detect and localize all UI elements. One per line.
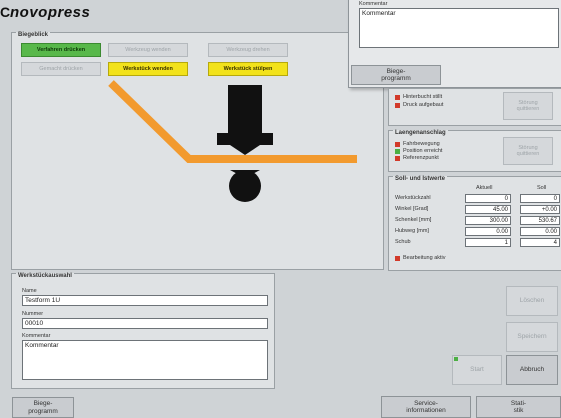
row-label: Schenkel [mm] [395, 217, 432, 223]
kommentar-field[interactable]: Kommentar [22, 340, 268, 380]
row-soll-value: 0 [520, 194, 560, 203]
werkstueck-title: Werkstückauswahl [16, 273, 74, 279]
name-field[interactable]: Testform 1U [22, 295, 268, 306]
laengen-quittieren-button[interactable]: Störung quittieren [503, 137, 553, 165]
row-ist-value: 0.00 [465, 227, 511, 236]
row-ist-value: 0 [465, 194, 511, 203]
row-soll-value: 530.67 [520, 216, 560, 225]
lower-die [229, 170, 261, 202]
status-led-2-label: Druck aufgebaut [403, 102, 444, 108]
row-soll-value: 4 [520, 238, 560, 247]
laengen-led-2-label: Position erreicht [403, 148, 443, 154]
soll-ist-panel: Soll- und Istwerte Aktuell Soll Werkstüc… [388, 176, 561, 271]
bending-diagram [108, 80, 357, 202]
popup-biegeprogramm-button[interactable]: Biege- programm [351, 65, 441, 85]
laengen-led-1 [395, 142, 400, 147]
kommentar-label: Kommentar [22, 333, 51, 339]
status-panel: Hinterbucht stillt Druck aufgebaut Störu… [388, 88, 561, 126]
start-led [454, 357, 458, 361]
abbruch-button[interactable]: Abbruch [506, 355, 558, 385]
row-soll-value: 0.00 [520, 227, 560, 236]
laengen-led-3 [395, 156, 400, 161]
loeschen-button[interactable]: Löschen [506, 286, 558, 316]
row-soll-value: +0.00 [520, 205, 560, 214]
upper-punch-base [217, 133, 273, 145]
name-label: Name [22, 288, 37, 294]
status-led-1 [395, 95, 400, 100]
statistik-button[interactable]: Stati- stik [476, 396, 561, 418]
col-ist-header: Aktuell [476, 185, 493, 191]
start-button[interactable]: Start [452, 355, 502, 385]
novopress-logo: novopress [10, 4, 91, 21]
popup-comment-field[interactable]: Kommentar [359, 8, 559, 48]
col-soll-header: Soll [537, 185, 547, 191]
status-quittieren-button[interactable]: Störung quittieren [503, 92, 553, 120]
row-ist-value: 1 [465, 238, 511, 247]
upper-punch-body [228, 85, 262, 135]
status-led-1-label: Hinterbucht stillt [403, 94, 443, 100]
soll-ist-title: Soll- und Istwerte [393, 176, 448, 182]
biegeblick-panel: Biegeblick Verfahren drücken Gemacht drü… [11, 32, 384, 270]
status-led-2 [395, 103, 400, 108]
bearbeitung-led [395, 256, 400, 261]
row-label: Hubweg [mm] [395, 228, 429, 234]
werkstueck-panel: Werkstückauswahl Name Testform 1U Nummer… [11, 273, 275, 389]
popup-comment-label: Kommentar [359, 1, 388, 7]
comment-popup: Kommentar Kommentar Biege- programm [348, 0, 561, 88]
row-label: Werkstückzahl [395, 195, 431, 201]
upper-punch-tip [230, 145, 260, 155]
laengen-led-3-label: Referenzpunkt [403, 155, 439, 161]
nummer-label: Nummer [22, 311, 44, 317]
biegeprogramm-button[interactable]: Biege- programm [12, 397, 74, 418]
row-label: Winkel [Grad] [395, 206, 429, 212]
row-label: Schub [395, 239, 411, 245]
speichern-button[interactable]: Speichern [506, 322, 558, 352]
row-ist-value: 300.00 [465, 216, 511, 225]
nummer-field[interactable]: 00010 [22, 318, 268, 329]
edge-char: C [0, 4, 11, 20]
laengenanschlag-panel: Laengenanschlag Fahrbewegung Position er… [388, 130, 561, 172]
service-informationen-button[interactable]: Service- informationen [381, 396, 471, 418]
bearbeitung-led-label: Bearbeitung aktiv [403, 255, 446, 261]
row-ist-value: 45.00 [465, 205, 511, 214]
laengen-led-2 [395, 149, 400, 154]
laengenanschlag-title: Laengenanschlag [393, 130, 448, 136]
laengen-led-1-label: Fahrbewegung [403, 141, 440, 147]
